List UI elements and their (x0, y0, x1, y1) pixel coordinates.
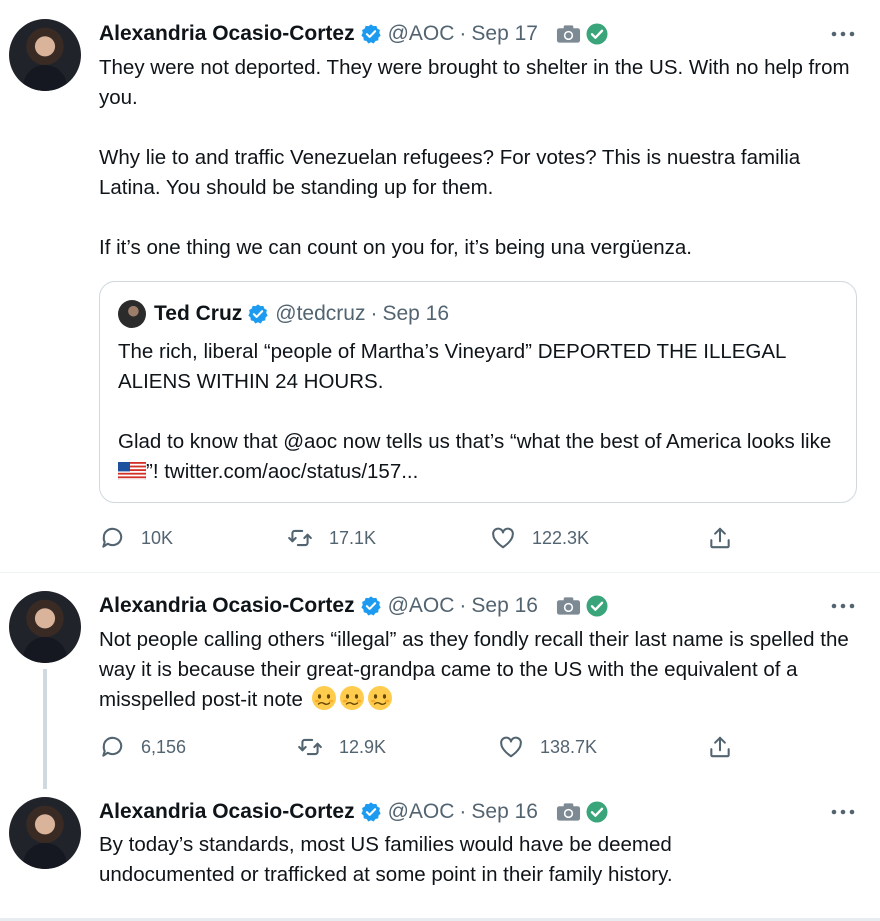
reply-button[interactable]: 10K (99, 521, 173, 555)
retweet-button[interactable]: 17.1K (287, 521, 376, 555)
thread-connector (43, 669, 47, 789)
retweet-button[interactable]: 12.9K (297, 730, 386, 764)
heart-icon (490, 525, 516, 551)
like-button[interactable]: 122.3K (490, 521, 589, 555)
author-handle[interactable]: @AOC (388, 594, 455, 618)
tweet-date[interactable]: Sep 16 (471, 594, 538, 618)
retweet-count: 17.1K (329, 527, 377, 548)
quoted-author-handle: @tedcruz (275, 302, 366, 325)
camera-icon (556, 24, 581, 44)
share-icon (707, 525, 733, 551)
quoted-tweet-header: Ted Cruz @tedcruz · Sep 16 (118, 300, 449, 328)
quoted-paragraph: Glad to know that @aoc now tells us that… (118, 427, 838, 487)
quoted-text-part: ”! twitter.com/aoc/status/157... (146, 460, 419, 483)
like-count: 122.3K (532, 527, 590, 548)
green-check-icon (586, 801, 608, 823)
quoted-author-name: Ted Cruz (154, 302, 243, 325)
tweet-date[interactable]: Sep 16 (471, 800, 538, 824)
camera-icon (556, 802, 581, 822)
woozy-face-emoji (339, 685, 365, 711)
separator: · (370, 302, 378, 325)
tweet-date[interactable]: Sep 17 (471, 22, 538, 46)
reply-count: 6,156 (141, 736, 187, 757)
green-check-icon (586, 23, 608, 45)
more-options-icon[interactable] (830, 29, 856, 39)
retweet-icon (287, 525, 313, 551)
share-button[interactable] (707, 521, 749, 555)
verified-badge-icon (360, 595, 382, 617)
quoted-paragraph: The rich, liberal “people of Martha’s Vi… (118, 340, 786, 393)
quoted-tweet-date: Sep 16 (382, 302, 450, 325)
author-name[interactable]: Alexandria Ocasio-Cortez (99, 22, 355, 46)
quoted-tweet[interactable]: Ted Cruz @tedcruz · Sep 16 The rich, lib… (99, 281, 857, 503)
tweet-3[interactable]: Alexandria Ocasio-Cortez @AOC · Sep 16 B… (0, 795, 880, 918)
reply-button[interactable]: 6,156 (99, 730, 186, 764)
heart-icon (498, 734, 524, 760)
avatar[interactable] (9, 591, 81, 663)
reply-icon (99, 734, 125, 760)
share-button[interactable] (707, 730, 749, 764)
tweet-paragraph: Why lie to and traffic Venezuelan refuge… (99, 146, 801, 199)
reply-icon (99, 525, 125, 551)
us-flag-emoji (118, 462, 146, 480)
author-handle[interactable]: @AOC (388, 22, 455, 46)
avatar[interactable] (9, 797, 81, 869)
separator: · (459, 22, 467, 45)
green-check-icon (586, 595, 608, 617)
tweet-paragraph: By today’s standards, most US families w… (99, 833, 673, 886)
verified-badge-icon (360, 801, 382, 823)
tweet-header: Alexandria Ocasio-Cortez @AOC · Sep 17 (99, 20, 608, 48)
tweet-text: By today’s standards, most US families w… (99, 830, 799, 890)
quoted-text-part: Glad to know that @aoc now tells us that… (118, 430, 832, 453)
camera-icon (556, 596, 581, 616)
quoted-avatar (118, 300, 146, 328)
separator: · (459, 800, 467, 823)
tweet-paragraph: Not people calling others “illegal” as t… (99, 628, 849, 711)
tweet-text: They were not deported. They were brough… (99, 53, 859, 263)
author-name[interactable]: Alexandria Ocasio-Cortez (99, 594, 355, 618)
retweet-icon (297, 734, 323, 760)
verified-badge-icon (247, 303, 269, 325)
retweet-count: 12.9K (339, 736, 387, 757)
like-count: 138.7K (540, 736, 598, 757)
quoted-tweet-text: The rich, liberal “people of Martha’s Vi… (118, 337, 838, 487)
tweet-1[interactable]: Alexandria Ocasio-Cortez @AOC · Sep 17 T… (0, 0, 880, 572)
author-name[interactable]: Alexandria Ocasio-Cortez (99, 800, 355, 824)
woozy-face-emoji (367, 685, 393, 711)
tweet-header: Alexandria Ocasio-Cortez @AOC · Sep 16 (99, 798, 608, 826)
verified-badge-icon (360, 23, 382, 45)
like-button[interactable]: 138.7K (498, 730, 597, 764)
avatar[interactable] (9, 19, 81, 91)
more-options-icon[interactable] (830, 601, 856, 611)
tweet-paragraph: They were not deported. They were brough… (99, 56, 850, 109)
tweet-actions: 10K 17.1K 122.3K (99, 521, 859, 555)
tweet-text: Not people calling others “illegal” as t… (99, 625, 859, 715)
tweet-2[interactable]: Alexandria Ocasio-Cortez @AOC · Sep 16 N… (0, 573, 880, 795)
separator: · (459, 594, 467, 617)
tweet-header: Alexandria Ocasio-Cortez @AOC · Sep 16 (99, 592, 608, 620)
woozy-face-emoji (311, 685, 337, 711)
share-icon (707, 734, 733, 760)
tweet-paragraph: If it’s one thing we can count on you fo… (99, 236, 692, 259)
tweet-actions: 6,156 12.9K 138.7K (99, 730, 859, 764)
reply-count: 10K (141, 527, 174, 548)
author-handle[interactable]: @AOC (388, 800, 455, 824)
more-options-icon[interactable] (830, 807, 856, 817)
